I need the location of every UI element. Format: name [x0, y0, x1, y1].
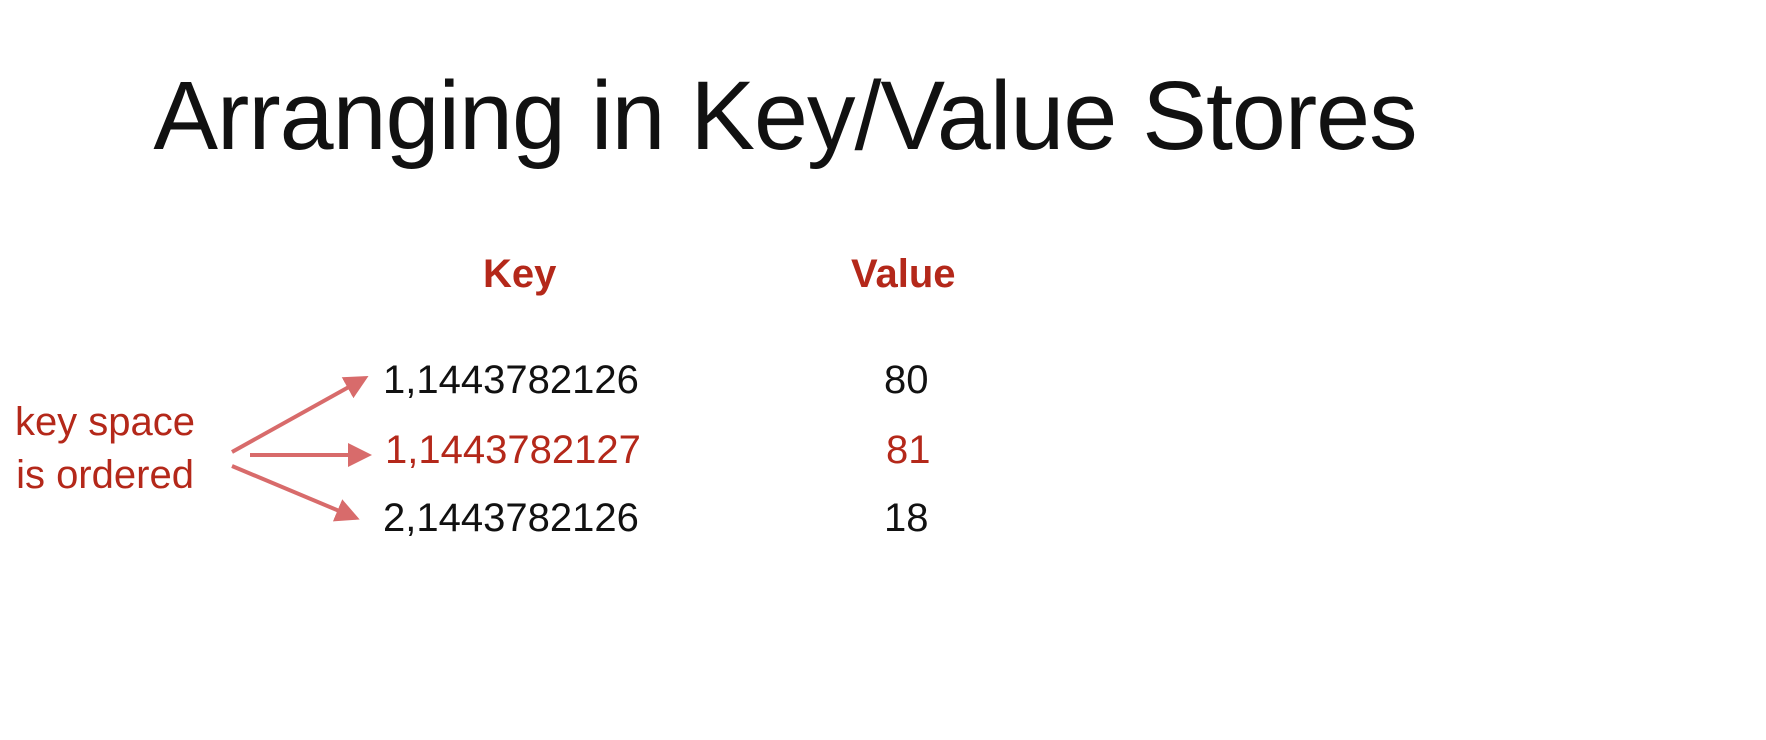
arrows [231, 376, 372, 522]
arrow-to-row-1 [231, 376, 369, 454]
arrow-to-row-3 [231, 464, 360, 522]
